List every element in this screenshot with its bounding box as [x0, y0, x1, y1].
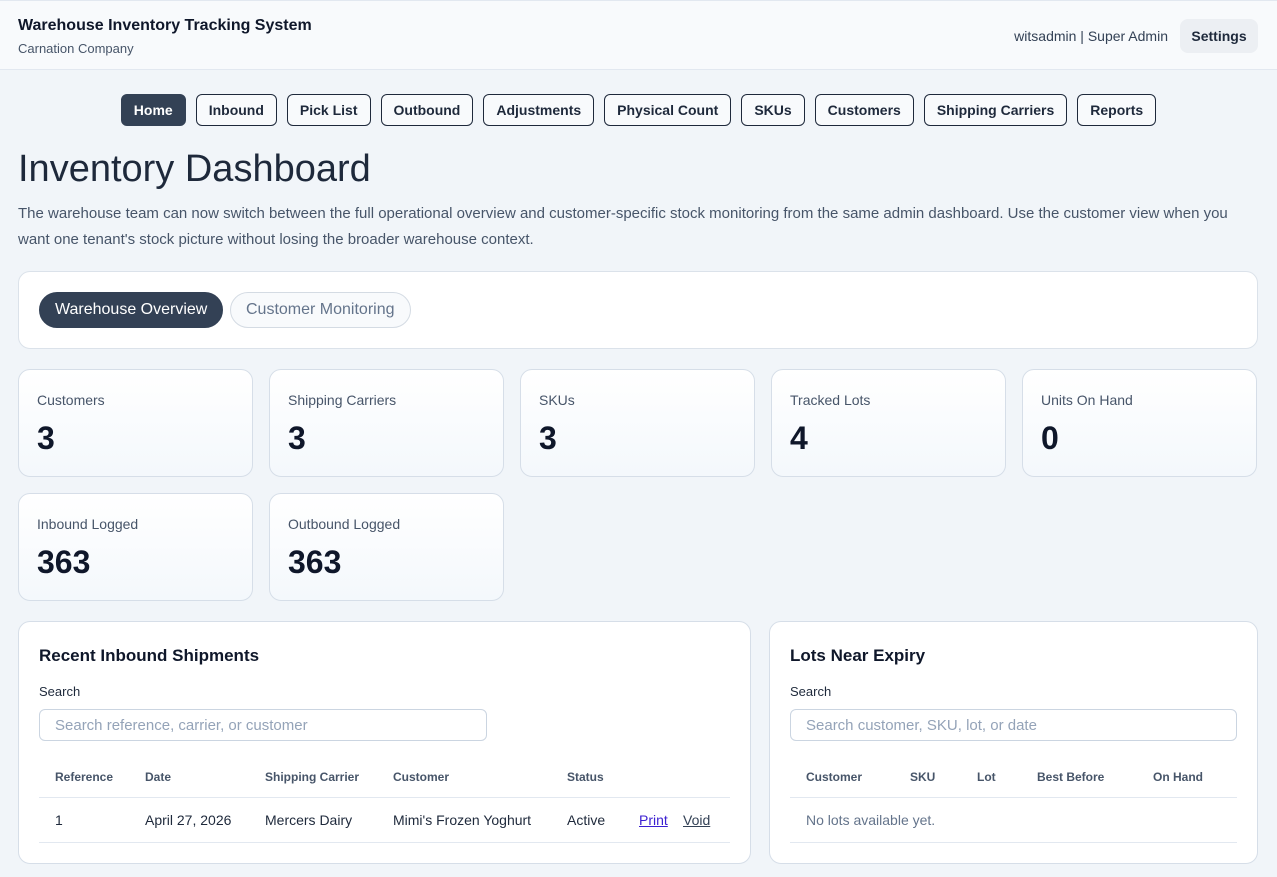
- nav-reports[interactable]: Reports: [1077, 94, 1157, 126]
- empty-state-message: No lots available yet.: [806, 812, 936, 828]
- view-toggle-card: Warehouse Overview Customer Monitoring: [18, 271, 1258, 349]
- lots-near-expiry-panel: Lots Near Expiry Search Customer SKU Lot…: [769, 621, 1258, 864]
- stat-card-units-on-hand: Units On Hand 0: [1022, 369, 1257, 477]
- panel-title: Lots Near Expiry: [790, 646, 926, 665]
- stat-label: Inbound Logged: [37, 516, 139, 532]
- settings-button[interactable]: Settings: [1180, 19, 1258, 53]
- stat-value: 3: [288, 420, 306, 456]
- nav-customers[interactable]: Customers: [814, 94, 914, 126]
- stat-card-skus: SKUs 3: [520, 369, 755, 477]
- column-header-best-before: Best Before: [1037, 770, 1105, 784]
- stat-card-customers: Customers 3: [18, 369, 253, 477]
- void-link[interactable]: Void: [683, 812, 710, 828]
- cell-status: Active: [567, 812, 606, 828]
- column-header-on-hand: On Hand: [1153, 770, 1203, 784]
- cell-customer: Mimi's Frozen Yoghurt: [393, 812, 532, 828]
- stat-value: 363: [288, 544, 342, 580]
- stat-value: 3: [37, 420, 55, 456]
- print-link[interactable]: Print: [639, 812, 668, 828]
- company-name: Carnation Company: [18, 41, 134, 56]
- stat-value: 4: [790, 420, 808, 456]
- table-divider: [39, 842, 730, 843]
- nav-pick-list[interactable]: Pick List: [286, 94, 371, 126]
- stat-value: 363: [37, 544, 91, 580]
- page-description: The warehouse team can now switch betwee…: [18, 205, 1228, 248]
- expiry-search-input[interactable]: [790, 709, 1237, 741]
- search-label: Search: [39, 684, 81, 699]
- column-header-sku: SKU: [910, 770, 936, 784]
- stat-label: Units On Hand: [1041, 392, 1133, 408]
- nav-home[interactable]: Home: [120, 94, 186, 126]
- column-header-status: Status: [567, 770, 604, 784]
- inbound-search-input[interactable]: [39, 709, 487, 741]
- recent-inbound-panel: Recent Inbound Shipments Search Referenc…: [18, 621, 751, 864]
- nav-skus[interactable]: SKUs: [741, 94, 805, 126]
- stat-label: SKUs: [539, 392, 575, 408]
- page-title: Inventory Dashboard: [18, 148, 371, 190]
- nav-inbound[interactable]: Inbound: [195, 94, 277, 126]
- nav-adjustments[interactable]: Adjustments: [483, 94, 595, 126]
- column-header-customer: Customer: [393, 770, 450, 784]
- column-header-date: Date: [145, 770, 172, 784]
- nav-physical-count[interactable]: Physical Count: [604, 94, 732, 126]
- table-divider: [39, 797, 730, 798]
- stat-label: Tracked Lots: [790, 392, 871, 408]
- stat-value: 0: [1041, 420, 1059, 456]
- top-bar: Warehouse Inventory Tracking System Carn…: [0, 0, 1277, 70]
- stat-label: Outbound Logged: [288, 516, 401, 532]
- stat-label: Customers: [37, 392, 105, 408]
- stat-card-shipping-carriers: Shipping Carriers 3: [269, 369, 504, 477]
- cell-reference: 1: [55, 812, 63, 828]
- cell-shipping-carrier: Mercers Dairy: [265, 812, 353, 828]
- column-header-lot: Lot: [977, 770, 996, 784]
- nav-outbound[interactable]: Outbound: [380, 94, 474, 126]
- table-divider: [790, 797, 1237, 798]
- nav-shipping-carriers[interactable]: Shipping Carriers: [923, 94, 1068, 126]
- user-info: witsadmin | Super Admin: [1014, 28, 1168, 44]
- main-nav: Home Inbound Pick List Outbound Adjustme…: [0, 94, 1277, 126]
- search-label: Search: [790, 684, 832, 699]
- column-header-customer: Customer: [806, 770, 863, 784]
- panel-title: Recent Inbound Shipments: [39, 646, 260, 665]
- stat-card-outbound-logged: Outbound Logged 363: [269, 493, 504, 601]
- customer-monitoring-tab[interactable]: Customer Monitoring: [230, 292, 411, 328]
- warehouse-overview-tab[interactable]: Warehouse Overview: [39, 292, 224, 328]
- stat-label: Shipping Carriers: [288, 392, 397, 408]
- column-header-reference: Reference: [55, 770, 114, 784]
- stat-card-inbound-logged: Inbound Logged 363: [18, 493, 253, 601]
- stat-card-tracked-lots: Tracked Lots 4: [771, 369, 1006, 477]
- cell-date: April 27, 2026: [145, 812, 232, 828]
- app-title: Warehouse Inventory Tracking System: [18, 17, 312, 34]
- column-header-shipping-carrier: Shipping Carrier: [265, 770, 360, 784]
- table-divider: [790, 842, 1237, 843]
- stat-value: 3: [539, 420, 557, 456]
